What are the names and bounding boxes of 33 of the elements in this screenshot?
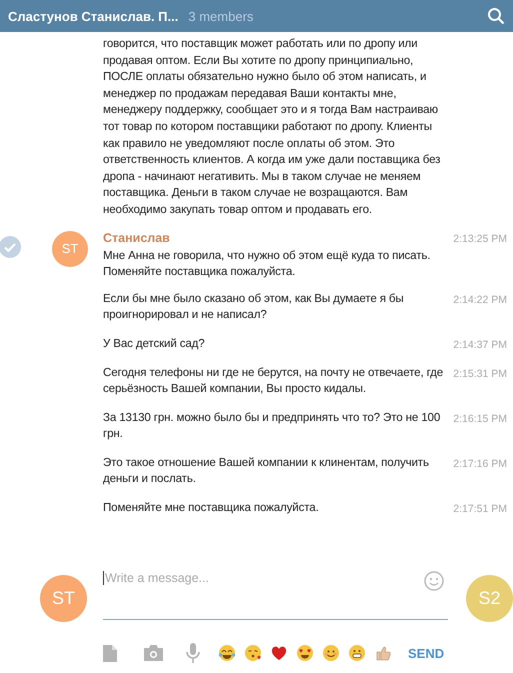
peer-avatar[interactable]: S2 — [466, 575, 513, 622]
emoji-icon[interactable] — [218, 644, 236, 662]
user-avatar[interactable]: ST — [52, 230, 88, 267]
heart-icon[interactable] — [270, 644, 288, 662]
message-text: Поменяйте мне поставщика пожалуйста. — [103, 500, 320, 516]
emoji-icon[interactable] — [322, 644, 340, 662]
message-time: 2:14:37 PM — [452, 338, 508, 352]
emoji-icon[interactable] — [348, 644, 366, 662]
thumbs-up-icon[interactable] — [374, 644, 392, 662]
file-icon[interactable] — [103, 644, 117, 662]
message-time: 2:15:31 PM — [452, 366, 508, 382]
member-count: 3 members — [188, 8, 254, 24]
message-text: говорится, что поставщик может работать или по дропу или продавая оптом. Если Вы хотите по дропу принципиально, ПОСЛЕ оплаты обязательно нужно было об этом написать, и менеджер по продажам передавая Ваши контакты мне, менеджеру поддержку, сообщает это и я тогда Вам настраиваю тот товар по котором поставщики работают по дропу. Клиенты как правило не уведомляют после оплаты об этом. Это ответственность клиентов. А когда им уже дали поставщика без дропа - начинают негативить. Мы в таком случае не меняем поставщика. Деньги в таком случае не возращаются. Вам необходимо закупать товар оптом и продавать его. — [103, 36, 442, 218]
message-text: Это такое отношение Вашей компании к клинентам, получить деньги и послать. — [103, 454, 430, 488]
camera-icon[interactable] — [144, 645, 163, 661]
message-time: 2:14:22 PM — [452, 292, 508, 308]
message-time: 2:16:15 PM — [452, 412, 508, 427]
message-text: У Вас детский сад? — [103, 336, 206, 352]
sender-name[interactable]: Станислав — [103, 230, 448, 245]
user-avatar[interactable]: ST — [40, 575, 87, 622]
message-text: Если бы мне было сказано об этом, как Вы думаете я бы проигнорировал и не написал? — [103, 290, 405, 324]
message-text: Сегодня телефоны ни где не берутся, на почту не отвечаете, где серьёзность Вашей компании, Вы просто кидалы. — [103, 364, 444, 398]
message-text: Мне Анна не говорила, что нужно об этом ещё куда то писать. Поменяйте поставщика пожалуйста. — [103, 248, 432, 280]
message-time: 2:17:51 PM — [452, 502, 508, 517]
microphone-icon[interactable] — [186, 643, 200, 663]
message-time: 2:17:16 PM — [452, 456, 508, 472]
message-text: За 13130 грн. можно было бы и предпринять что то? Это не 100 грн. — [103, 410, 442, 442]
message-time: 2:13:25 PM — [452, 232, 508, 247]
emoji-icon[interactable] — [296, 644, 314, 662]
send-button[interactable]: SEND — [408, 646, 444, 660]
emoji-icon[interactable] — [244, 644, 262, 662]
search-icon[interactable] — [487, 7, 505, 25]
chat-title: Сластунов Станислав. П... — [8, 8, 178, 24]
